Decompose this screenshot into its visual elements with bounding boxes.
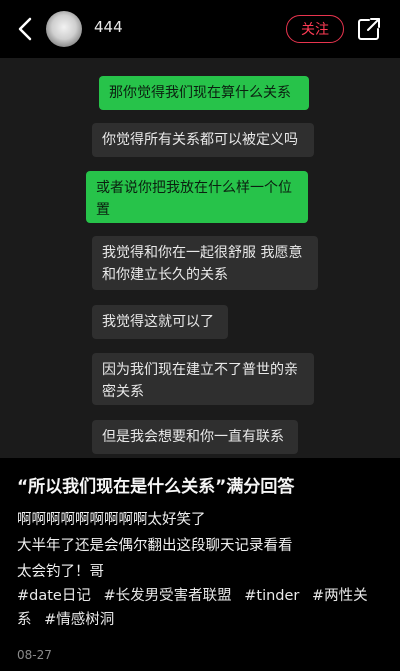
share-icon[interactable] [357, 17, 381, 41]
chat-message: 我觉得和你在一起很舒服 我愿意和你建立长久的关系 [92, 236, 318, 290]
hashtag-list: #date日记 #长发男受害者联盟 #tinder #两性关系 #情感树洞 [17, 584, 387, 632]
chat-message: 因为我们现在建立不了普世的亲密关系 [92, 353, 314, 405]
username[interactable]: 444 [94, 18, 123, 36]
chat-message: 但是我会想要和你一直有联系 [92, 420, 298, 454]
hashtag[interactable]: #tinder [244, 588, 299, 604]
chat-message: 或者说你把我放在什么样一个位置 [86, 171, 308, 223]
chat-message: 你觉得所有关系都可以被定义吗 [92, 123, 314, 157]
hashtag[interactable]: #长发男受害者联盟 [103, 588, 231, 604]
chat-message: 那你觉得我们现在算什么关系 [99, 76, 309, 110]
post-text-line: 啊啊啊啊啊啊啊啊啊太好笑了 [17, 512, 206, 528]
post-date: 08-27 [17, 648, 52, 662]
back-arrow-icon[interactable] [14, 14, 38, 44]
hashtag[interactable]: #date日记 [17, 588, 91, 604]
post-title: “所以我们现在是什么关系”满分回答 [17, 477, 295, 497]
follow-button[interactable]: 关注 [286, 15, 344, 43]
chat-screenshot: 那你觉得我们现在算什么关系 你觉得所有关系都可以被定义吗 或者说你把我放在什么样… [0, 58, 400, 458]
chat-message: 我觉得这就可以了 [92, 305, 228, 339]
post-caption: “所以我们现在是什么关系”满分回答 啊啊啊啊啊啊啊啊啊太好笑了 大半年了还是会偶… [0, 458, 400, 671]
avatar[interactable] [46, 11, 82, 47]
post-text-line: 大半年了还是会偶尔翻出这段聊天记录看看 [17, 538, 293, 554]
hashtag[interactable]: #情感树洞 [44, 612, 114, 628]
post-text-line: 太会钓了！哥 [17, 564, 104, 580]
top-bar: 444 关注 [0, 0, 400, 58]
